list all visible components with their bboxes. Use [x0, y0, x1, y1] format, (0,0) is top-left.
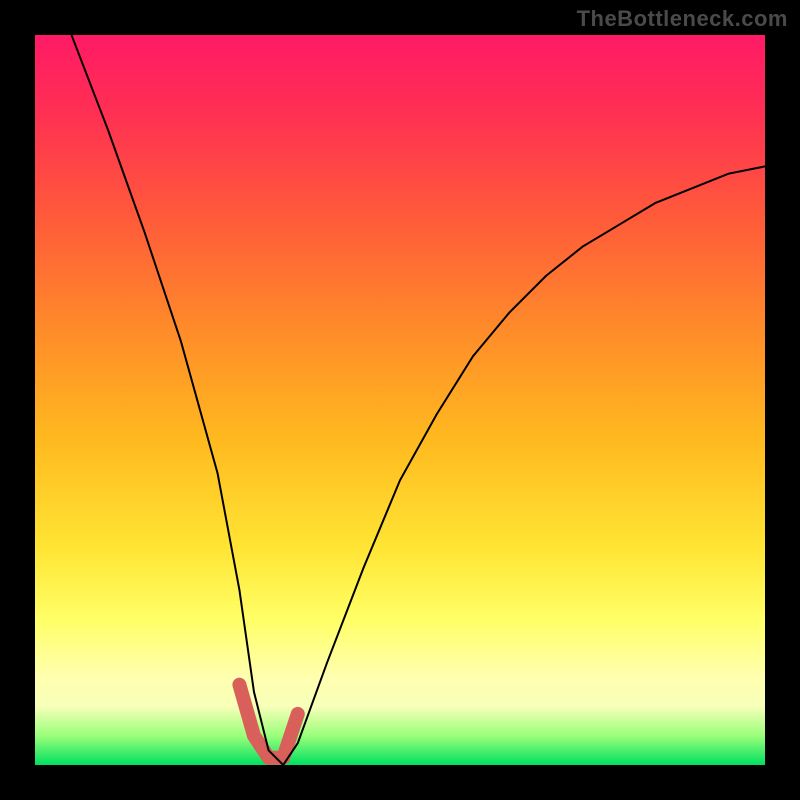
curve-layer [35, 35, 765, 765]
main-curve [72, 35, 766, 765]
watermark-text: TheBottleneck.com [577, 6, 788, 32]
plot-area [35, 35, 765, 765]
chart-frame: TheBottleneck.com [0, 0, 800, 800]
